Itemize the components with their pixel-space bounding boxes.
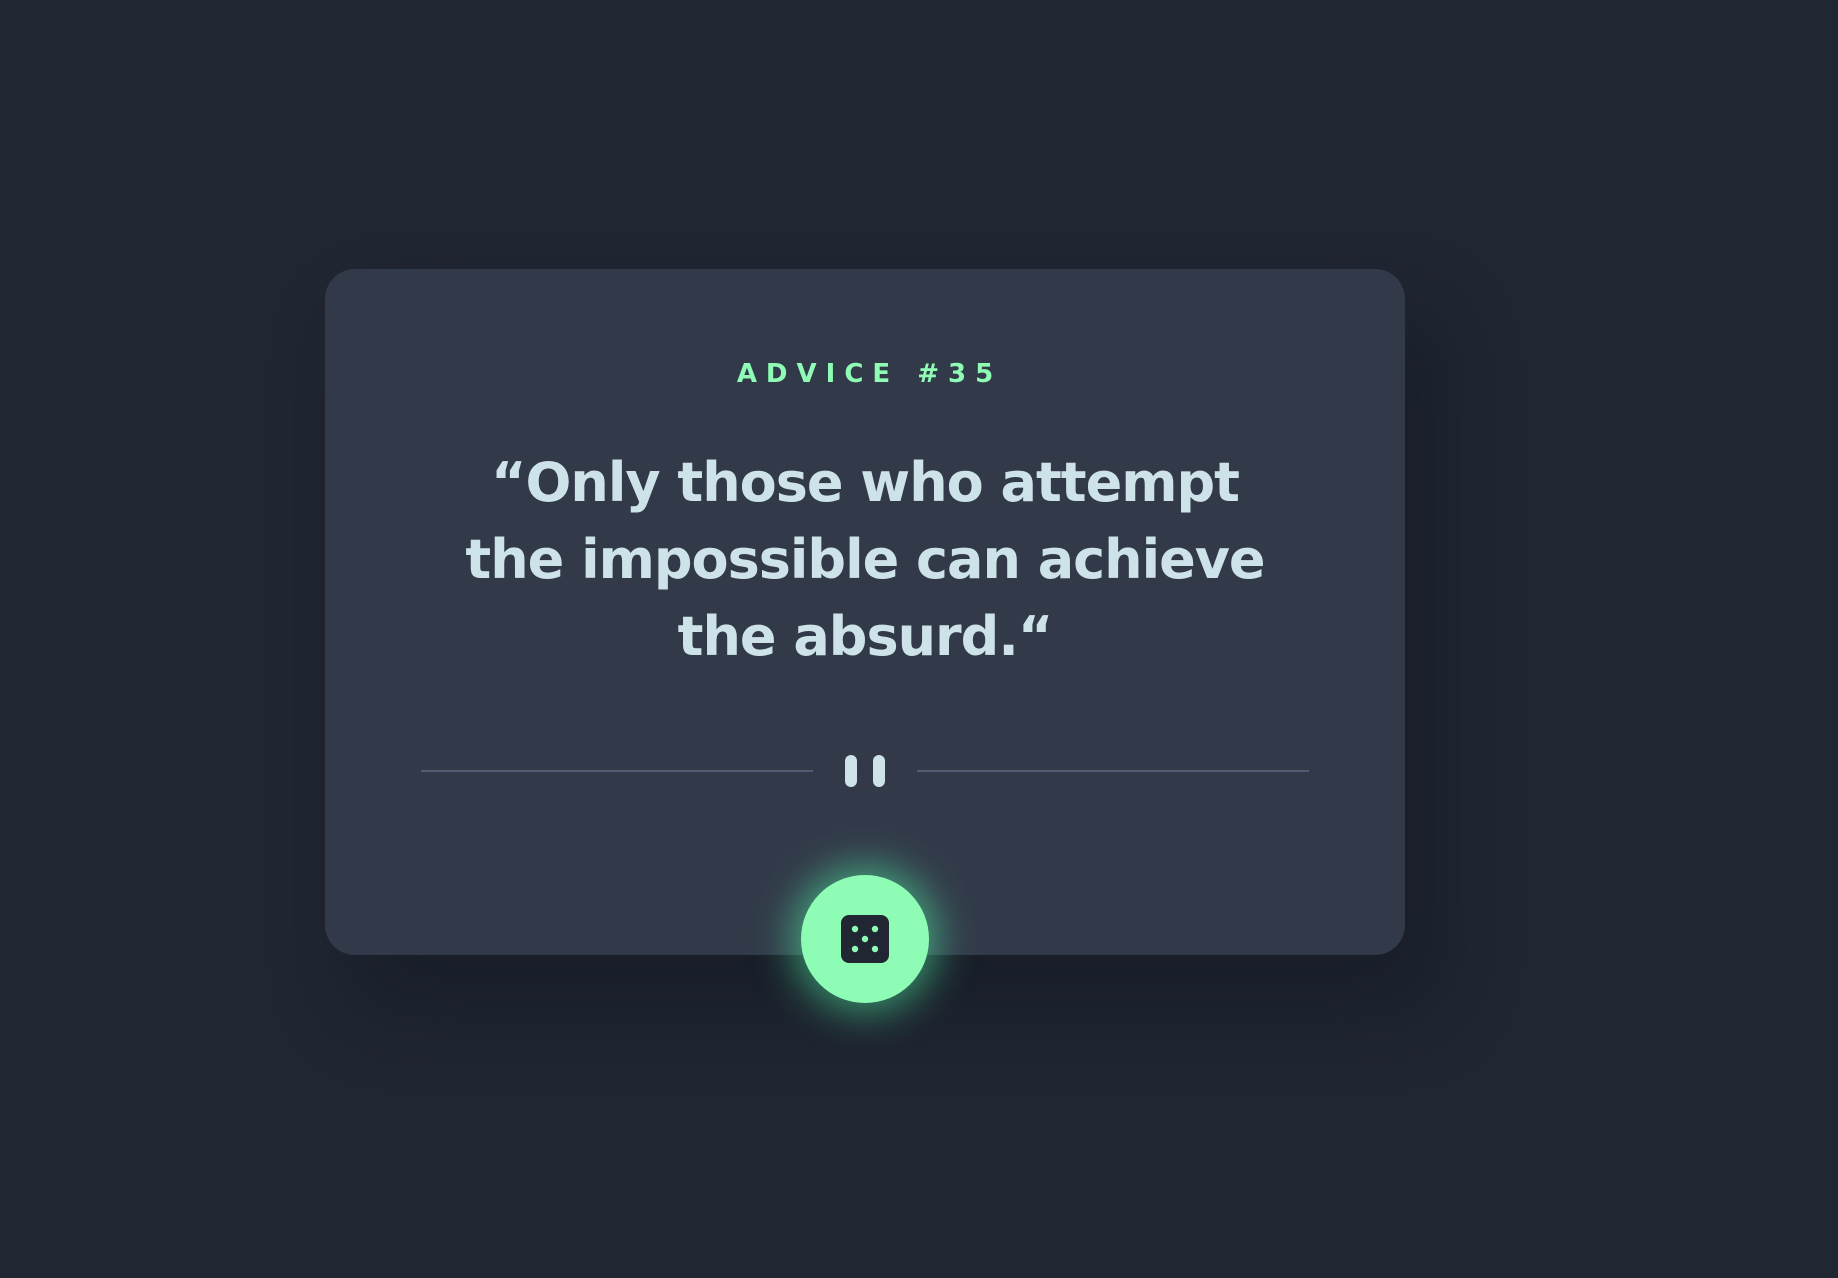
- advice-card: ADVICE #35 “Only those who attempt the i…: [325, 269, 1405, 955]
- pause-bar-right: [873, 755, 885, 787]
- advice-quote: “Only those who attempt the impossible c…: [465, 451, 1265, 668]
- pause-bar-left: [845, 755, 857, 787]
- dice-icon: [841, 915, 889, 963]
- pause-icon: [845, 755, 885, 787]
- divider-line-left: [421, 770, 813, 772]
- new-advice-button[interactable]: [801, 875, 929, 1003]
- divider-line-right: [917, 770, 1309, 772]
- advice-number: ADVICE #35: [736, 359, 1003, 389]
- pattern-divider: [421, 753, 1309, 789]
